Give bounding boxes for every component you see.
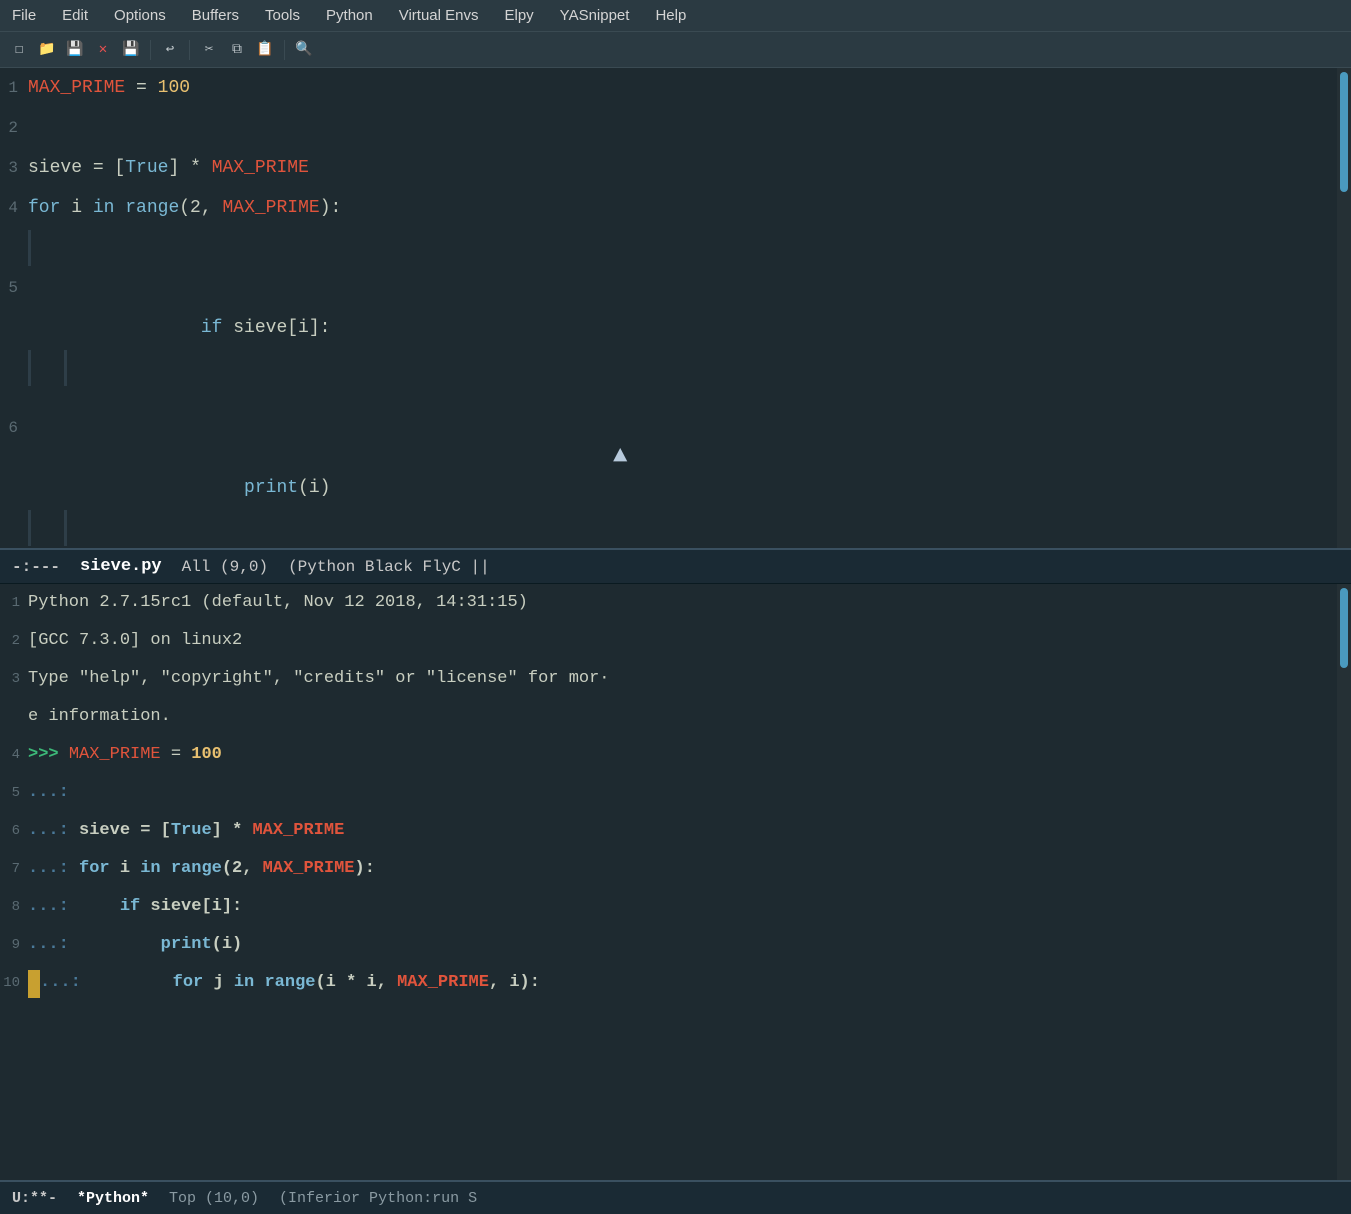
repl-line-6: 6 ...: sieve = [True] * MAX_PRIME xyxy=(0,812,1337,850)
menu-virtual-envs[interactable]: Virtual Envs xyxy=(395,5,483,26)
repl-line-5: 5 ...: xyxy=(0,774,1337,812)
menu-python[interactable]: Python xyxy=(322,5,377,26)
repl-panel: 1 Python 2.7.15rc1 (default, Nov 12 2018… xyxy=(0,584,1351,1180)
toolbar: ☐ 📁 💾 ✕ 💾 ↩ ✂ ⧉ 📋 🔍 xyxy=(0,32,1351,68)
editor-scrollbar-thumb[interactable] xyxy=(1340,72,1348,192)
repl-modeline-indicator: U:**- xyxy=(12,1190,57,1207)
code-line-4: 4 for i in range(2, MAX_PRIME): xyxy=(0,188,1337,228)
menu-yasnippet[interactable]: YASnippet xyxy=(556,5,634,26)
code-line-3: 3 sieve = [True] * MAX_PRIME xyxy=(0,148,1337,188)
menu-elpy[interactable]: Elpy xyxy=(500,5,537,26)
repl-editor[interactable]: 1 Python 2.7.15rc1 (default, Nov 12 2018… xyxy=(0,584,1337,1180)
cut-icon[interactable]: ✂ xyxy=(198,39,220,61)
repl-modeline-mode: (Inferior Python:run S xyxy=(279,1190,477,1207)
repl-lines: 1 Python 2.7.15rc1 (default, Nov 12 2018… xyxy=(0,584,1337,1002)
editor-modeline: -:--- sieve.py All (9,0) (Python Black F… xyxy=(0,548,1351,584)
code-line-5: 5 if sieve[i]: xyxy=(0,228,1337,348)
modeline-position: All (9,0) xyxy=(182,558,268,576)
code-lines: 1 MAX_PRIME = 100 2 3 sieve = [True] * M… xyxy=(0,68,1337,548)
repl-line-9: 9 ...: print(i) xyxy=(0,926,1337,964)
menu-file[interactable]: File xyxy=(8,5,40,26)
toolbar-sep1 xyxy=(150,40,151,60)
copy-icon[interactable]: ⧉ xyxy=(226,39,248,61)
search-icon[interactable]: 🔍 xyxy=(293,39,315,61)
repl-line-7: 7 ...: for i in range(2, MAX_PRIME): xyxy=(0,850,1337,888)
menu-edit[interactable]: Edit xyxy=(58,5,92,26)
editor-scrollbar[interactable] xyxy=(1337,68,1351,548)
menubar: File Edit Options Buffers Tools Python V… xyxy=(0,0,1351,32)
repl-line-4: 4 >>> MAX_PRIME = 100 xyxy=(0,736,1337,774)
repl-modeline-buffer: *Python* xyxy=(77,1190,149,1207)
code-editor[interactable]: 1 MAX_PRIME = 100 2 3 sieve = [True] * M… xyxy=(0,68,1337,548)
toolbar-sep3 xyxy=(284,40,285,60)
code-line-2: 2 xyxy=(0,108,1337,148)
repl-scrollbar[interactable] xyxy=(1337,584,1351,1180)
repl-modeline-position: Top (10,0) xyxy=(169,1190,259,1207)
undo-icon[interactable]: ↩ xyxy=(159,39,181,61)
code-line-6: 6 print(i) xyxy=(0,348,1337,508)
repl-modeline: U:**- *Python* Top (10,0) (Inferior Pyth… xyxy=(0,1180,1351,1214)
repl-line-3b: e information. xyxy=(0,698,1337,736)
menu-options[interactable]: Options xyxy=(110,5,170,26)
repl-scrollbar-thumb[interactable] xyxy=(1340,588,1348,668)
toolbar-sep2 xyxy=(189,40,190,60)
open-folder-icon[interactable]: 📁 xyxy=(36,39,58,61)
save-file-icon[interactable]: 💾 xyxy=(64,39,86,61)
save-icon2[interactable]: 💾 xyxy=(120,39,142,61)
repl-line-10: 10 ...: for j in range(i * i, MAX_PRIME,… xyxy=(0,964,1337,1002)
repl-cursor-block xyxy=(28,970,40,998)
paste-icon[interactable]: 📋 xyxy=(254,39,276,61)
main-layout: File Edit Options Buffers Tools Python V… xyxy=(0,0,1351,1214)
editor-panel: 1 MAX_PRIME = 100 2 3 sieve = [True] * M… xyxy=(0,68,1351,548)
close-icon[interactable]: ✕ xyxy=(92,39,114,61)
repl-line-2: 2 [GCC 7.3.0] on linux2 xyxy=(0,622,1337,660)
repl-line-1: 1 Python 2.7.15rc1 (default, Nov 12 2018… xyxy=(0,584,1337,622)
menu-buffers[interactable]: Buffers xyxy=(188,5,243,26)
code-line-1: 1 MAX_PRIME = 100 xyxy=(0,68,1337,108)
menu-help[interactable]: Help xyxy=(651,5,690,26)
modeline-indicator: -:--- xyxy=(12,558,60,576)
new-file-icon[interactable]: ☐ xyxy=(8,39,30,61)
modeline-mode: (Python Black FlyC || xyxy=(288,558,490,576)
code-line-7: 7 for j in range(i * i, MAX_PRIME, i): xyxy=(0,508,1337,548)
menu-tools[interactable]: Tools xyxy=(261,5,304,26)
modeline-filename: sieve.py xyxy=(80,557,162,576)
repl-line-8: 8 ...: if sieve[i]: xyxy=(0,888,1337,926)
repl-line-3: 3 Type "help", "copyright", "credits" or… xyxy=(0,660,1337,698)
